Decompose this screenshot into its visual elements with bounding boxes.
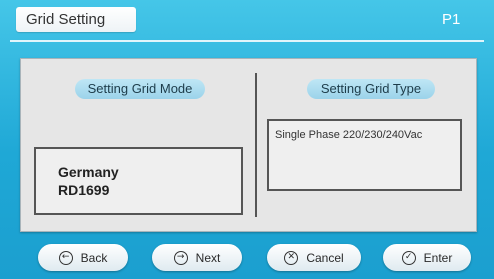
grid-type-selector[interactable]: Single Phase 220/230/240Vac [267,119,462,191]
check-icon: ✓ [401,250,416,265]
grid-mode-standard: RD1699 [58,182,110,198]
arrow-left-icon: ← [58,250,73,265]
panel-divider [255,73,257,217]
back-button-label: Back [80,250,108,265]
grid-type-label: Setting Grid Type [307,79,435,99]
grid-mode-selector[interactable]: Germany RD1699 [34,147,243,215]
grid-mode-label: Setting Grid Mode [75,79,205,99]
page-number: P1 [442,11,461,28]
cancel-button[interactable]: ✕ Cancel [267,244,361,271]
next-button[interactable]: → Next [152,244,242,271]
grid-type-value: Single Phase 220/230/240Vac [275,129,423,141]
arrow-right-icon: → [173,250,188,265]
back-button[interactable]: ← Back [38,244,128,271]
grid-mode-country: Germany [58,164,119,180]
cross-icon: ✕ [284,250,299,265]
header-divider [10,40,484,42]
settings-panel: Setting Grid Mode Setting Grid Type Germ… [20,58,477,232]
enter-button[interactable]: ✓ Enter [383,244,471,271]
enter-button-label: Enter [423,250,453,265]
cancel-button-label: Cancel [306,250,344,265]
grid-setting-screen: Grid Setting P1 Setting Grid Mode Settin… [0,0,494,279]
next-button-label: Next [195,250,221,265]
page-title: Grid Setting [16,7,136,32]
